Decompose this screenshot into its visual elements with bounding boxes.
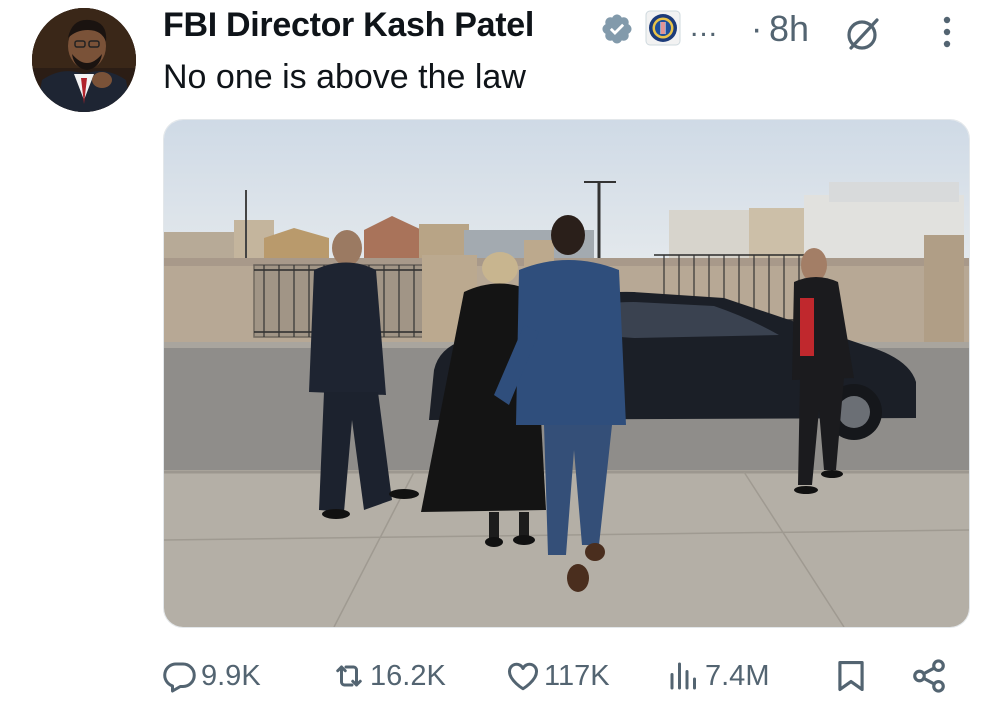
share-button[interactable]	[910, 648, 951, 704]
post-action-bar: 9.9K 16.2K 117K 7.4M	[0, 648, 1000, 704]
bookmark-button[interactable]	[832, 648, 873, 704]
heart-icon	[508, 662, 538, 691]
analytics-icon	[670, 662, 696, 690]
views-button[interactable]: 7.4M	[666, 648, 769, 704]
reply-icon	[163, 662, 196, 693]
fbi-seal-icon[interactable]	[645, 10, 681, 46]
author-name[interactable]: FBI Director Kash Patel	[163, 6, 534, 45]
bookmark-icon	[838, 660, 864, 692]
author-avatar[interactable]	[32, 8, 136, 112]
more-vertical-icon[interactable]	[940, 12, 954, 52]
repost-button[interactable]: 16.2K	[331, 648, 446, 704]
post-header: FBI Director Kash Patel ... · 8h	[163, 4, 983, 50]
grok-icon[interactable]	[843, 14, 883, 54]
share-icon	[913, 659, 945, 693]
like-count: 117K	[544, 659, 610, 692]
verified-badge-icon[interactable]	[600, 12, 634, 46]
repost-count: 16.2K	[370, 659, 446, 692]
handle-truncation: ...	[690, 10, 719, 43]
post-timestamp[interactable]: 8h	[769, 8, 809, 50]
repost-icon	[336, 665, 362, 687]
reply-count: 9.9K	[201, 659, 261, 692]
views-count: 7.4M	[705, 659, 770, 692]
separator-dot: ·	[751, 10, 763, 48]
post-media-photo[interactable]	[163, 119, 970, 628]
like-button[interactable]: 117K	[505, 648, 610, 704]
post-text: No one is above the law	[163, 58, 526, 96]
reply-button[interactable]: 9.9K	[162, 648, 261, 704]
